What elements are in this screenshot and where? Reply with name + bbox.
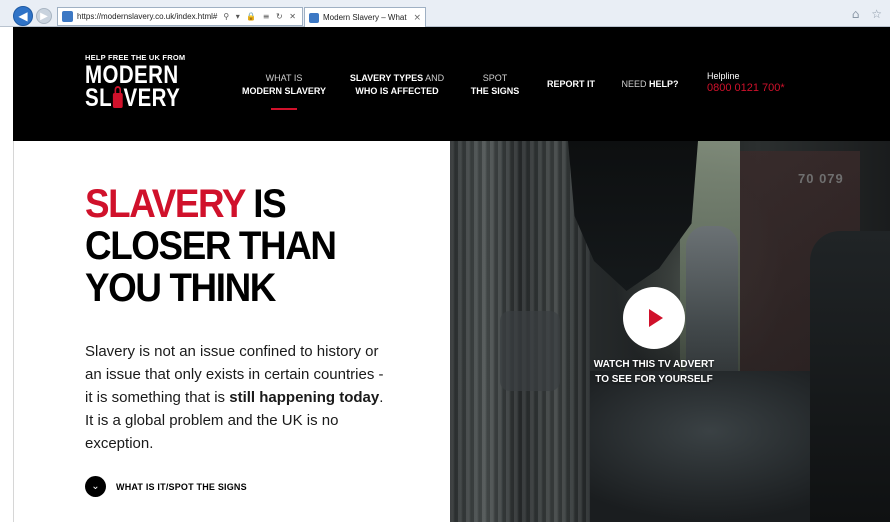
site-favicon-icon [62, 11, 73, 22]
hero-title-red: SLAVERY [85, 182, 246, 226]
site-header: HELP FREE THE UK FROM MODERN SL VERY WHAT… [13, 27, 890, 141]
what-is-it-button[interactable]: ⌄ WHAT IS IT/SPOT THE SIGNS [85, 476, 247, 497]
video-container-number: 70 079 [798, 171, 844, 186]
nav-label-line2: WHO IS AFFECTED [355, 86, 439, 96]
nav-label-light: NEED [621, 79, 649, 89]
home-star-icons[interactable]: ⌂ ☆ [852, 7, 886, 21]
nav-report-it[interactable]: REPORT IT [543, 78, 599, 91]
helpline[interactable]: Helpline 0800 0121 700* [707, 71, 785, 94]
browser-toolbar: ◀ ▶ https://modernslavery.co.uk/index.ht… [0, 0, 890, 27]
nav-spot-the-signs[interactable]: SPOT THE SIGNS [467, 72, 523, 98]
helpline-number[interactable]: 0800 0121 700* [707, 82, 785, 94]
tab-close-icon[interactable]: × [409, 13, 425, 23]
nav-label-line2: MODERN SLAVERY [241, 86, 326, 96]
tab-title: Modern Slavery – What it is,... [323, 13, 409, 22]
nav-label-bold: HELP? [649, 79, 679, 89]
hero-body: Slavery is not an issue confined to hist… [85, 340, 395, 455]
nav-label-line1: WHAT IS [265, 73, 303, 83]
hero-title-line3: YOU THINK [85, 266, 276, 310]
nav-what-is-modern-slavery[interactable]: WHAT IS MODERN SLAVERY [241, 72, 327, 110]
hero-title: SLAVERY IS CLOSER THAN YOU THINK [85, 182, 337, 310]
play-icon [649, 309, 663, 327]
watch-advert-label[interactable]: WATCH THIS TV ADVERT TO SEE FOR YOURSELF [570, 357, 738, 387]
nav-label-light: AND [423, 73, 445, 83]
nav-label-bold: SLAVERY TYPES [349, 73, 424, 83]
nav-slavery-types[interactable]: SLAVERY TYPES AND WHO IS AFFECTED [349, 72, 445, 98]
tab-favicon-icon [309, 12, 319, 23]
back-arrow-icon[interactable]: ◀ [13, 6, 33, 26]
forward-arrow-icon[interactable]: ▶ [36, 8, 52, 24]
video-panel[interactable]: 70 079 WATCH THIS TV ADVERT TO SEE FOR Y… [450, 141, 890, 522]
play-button[interactable] [623, 287, 685, 349]
chevron-down-icon[interactable]: ⌄ [85, 476, 106, 497]
nav-need-help[interactable]: NEED HELP? [620, 78, 680, 91]
video-right-figure [810, 231, 890, 522]
video-bag [500, 311, 560, 391]
address-bar[interactable]: https://modernslavery.co.uk/index.html# … [57, 7, 303, 26]
hero-body-bold: still happening today [229, 389, 380, 406]
page-left-border [13, 141, 14, 522]
address-url[interactable]: https://modernslavery.co.uk/index.html# [77, 12, 223, 21]
nav-label-line1: REPORT IT [546, 79, 595, 89]
address-tools-icons[interactable]: ⚲ ▾ 🔒 ≡ ↻ ✕ [223, 12, 302, 21]
helpline-label: Helpline [707, 71, 740, 81]
hero-title-line2: CLOSER THAN [85, 224, 337, 268]
nav-label-line1: SPOT [482, 73, 508, 83]
browser-tab[interactable]: Modern Slavery – What it is,... × [304, 7, 426, 27]
hero-title-rest: IS [244, 182, 286, 226]
watch-line2: TO SEE FOR YOURSELF [595, 374, 713, 385]
cta-label[interactable]: WHAT IS IT/SPOT THE SIGNS [116, 482, 247, 492]
watch-line1: WATCH THIS TV ADVERT [593, 359, 715, 370]
nav-label-line2: THE SIGNS [470, 86, 520, 96]
